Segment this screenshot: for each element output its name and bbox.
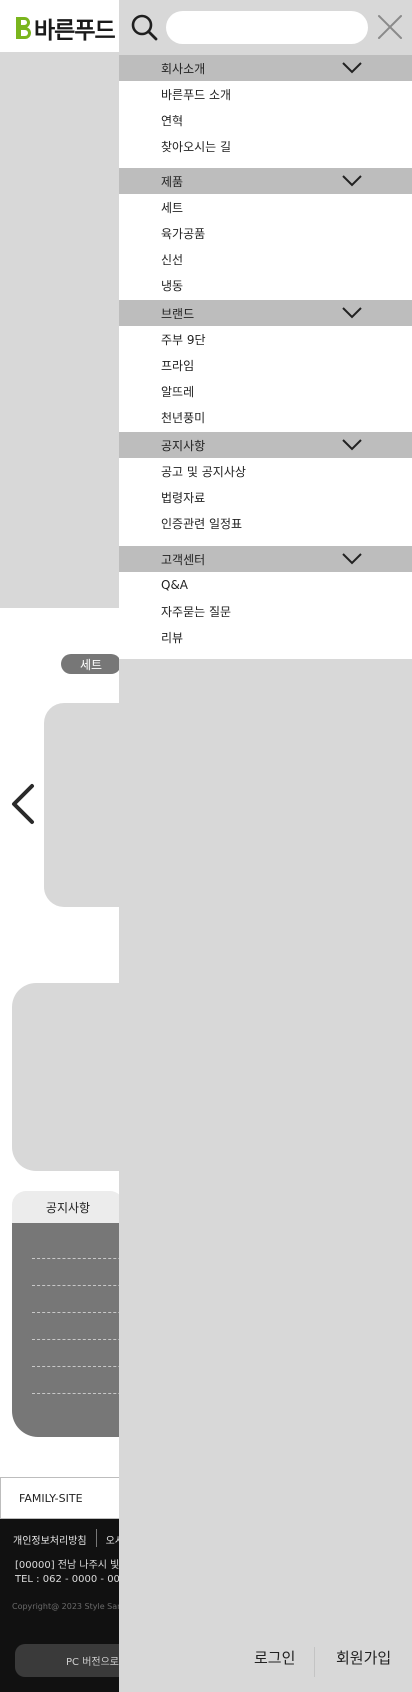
close-icon[interactable] — [376, 13, 404, 41]
menu-item-processed-meat[interactable]: 육가공품 — [119, 220, 412, 246]
menu-section-notice: 공지사항 공고 및 공지사상 법령자료 인증관련 일정표 — [119, 432, 412, 546]
category-badge[interactable]: 세트 — [61, 654, 121, 674]
menu-item-history[interactable]: 연혁 — [119, 107, 412, 133]
account-divider — [314, 1647, 315, 1677]
menu-item-reviews[interactable]: 리뷰 — [119, 624, 412, 650]
menu-section-products: 제품 세트 육가공품 신선 냉동 — [119, 168, 412, 300]
menu-section-company: 회사소개 바른푸드 소개 연혁 찾아오시는 길 — [119, 55, 412, 168]
signup-link[interactable]: 회원가입 — [336, 1647, 391, 1668]
chevron-down-icon — [342, 439, 362, 451]
notice-tab[interactable]: 공지사항 — [12, 1191, 124, 1223]
menu-header-brand[interactable]: 브랜드 — [119, 300, 412, 326]
menu-item-frozen[interactable]: 냉동 — [119, 272, 412, 298]
menu-item-brand-4[interactable]: 천년풍미 — [119, 404, 412, 430]
menu-item-certification[interactable]: 인증관련 일정표 — [119, 510, 412, 536]
menu-item-set[interactable]: 세트 — [119, 194, 412, 220]
menu-item-brand-1[interactable]: 주부 9단 — [119, 326, 412, 352]
menu-header-label: 공지사항 — [161, 438, 206, 453]
login-link[interactable]: 로그인 — [254, 1647, 295, 1668]
menu-header-label: 브랜드 — [161, 306, 195, 321]
menu-header-company[interactable]: 회사소개 — [119, 55, 412, 81]
menu-header-notice[interactable]: 공지사항 — [119, 432, 412, 458]
menu-item-legal[interactable]: 법령자료 — [119, 484, 412, 510]
menu-header-support[interactable]: 고객센터 — [119, 546, 412, 572]
footer-address: [00000] 전남 나주시 빛 TEL : 062 - 0000 - 00 — [15, 1559, 120, 1587]
address-text: [00000] 전남 나주시 빛 — [15, 1560, 120, 1571]
copyright-text: Copyright@ 2023 Style Sand — [12, 1602, 128, 1611]
menu-item-about[interactable]: 바른푸드 소개 — [119, 81, 412, 107]
menu-header-label: 회사소개 — [161, 61, 206, 76]
chevron-left-icon[interactable] — [8, 782, 40, 826]
menu-item-qna[interactable]: Q&A — [119, 572, 412, 598]
chevron-down-icon — [342, 307, 362, 319]
menu-header — [119, 0, 412, 55]
logo-text: 바른푸드 — [34, 18, 116, 44]
menu-header-products[interactable]: 제품 — [119, 168, 412, 194]
menu-header-label: 고객센터 — [161, 552, 206, 567]
logo[interactable]: 바른푸드 — [16, 12, 116, 44]
tel-text: TEL : 062 - 0000 - 00 — [15, 1574, 120, 1585]
chevron-down-icon — [342, 62, 362, 74]
menu-item-faq[interactable]: 자주묻는 질문 — [119, 598, 412, 624]
logo-mark-icon — [16, 15, 32, 41]
chevron-down-icon — [342, 175, 362, 187]
menu-section-brand: 브랜드 주부 9단 프라임 알뜨레 천년풍미 — [119, 300, 412, 432]
menu-header-label: 제품 — [161, 174, 184, 189]
menu-item-announcements[interactable]: 공고 및 공지사상 — [119, 458, 412, 484]
privacy-policy-link[interactable]: 개인정보처리방침 — [13, 1532, 87, 1550]
mobile-menu-panel: 회사소개 바른푸드 소개 연혁 찾아오시는 길 제품 세트 육가공품 신선 냉동… — [119, 0, 412, 1692]
menu-section-support: 고객센터 Q&A 자주묻는 질문 리뷰 — [119, 546, 412, 659]
menu-item-brand-3[interactable]: 알뜨레 — [119, 378, 412, 404]
footer-divider — [95, 1529, 97, 1547]
menu-item-brand-2[interactable]: 프라임 — [119, 352, 412, 378]
footer-links: 개인정보처리방침 오시 — [13, 1529, 124, 1550]
menu-account-links: 로그인 회원가입 — [119, 1637, 412, 1681]
menu-item-directions[interactable]: 찾아오시는 길 — [119, 133, 412, 159]
chevron-down-icon — [342, 553, 362, 565]
search-input[interactable] — [166, 11, 368, 44]
menu-item-fresh[interactable]: 신선 — [119, 246, 412, 272]
search-icon[interactable] — [130, 13, 158, 41]
